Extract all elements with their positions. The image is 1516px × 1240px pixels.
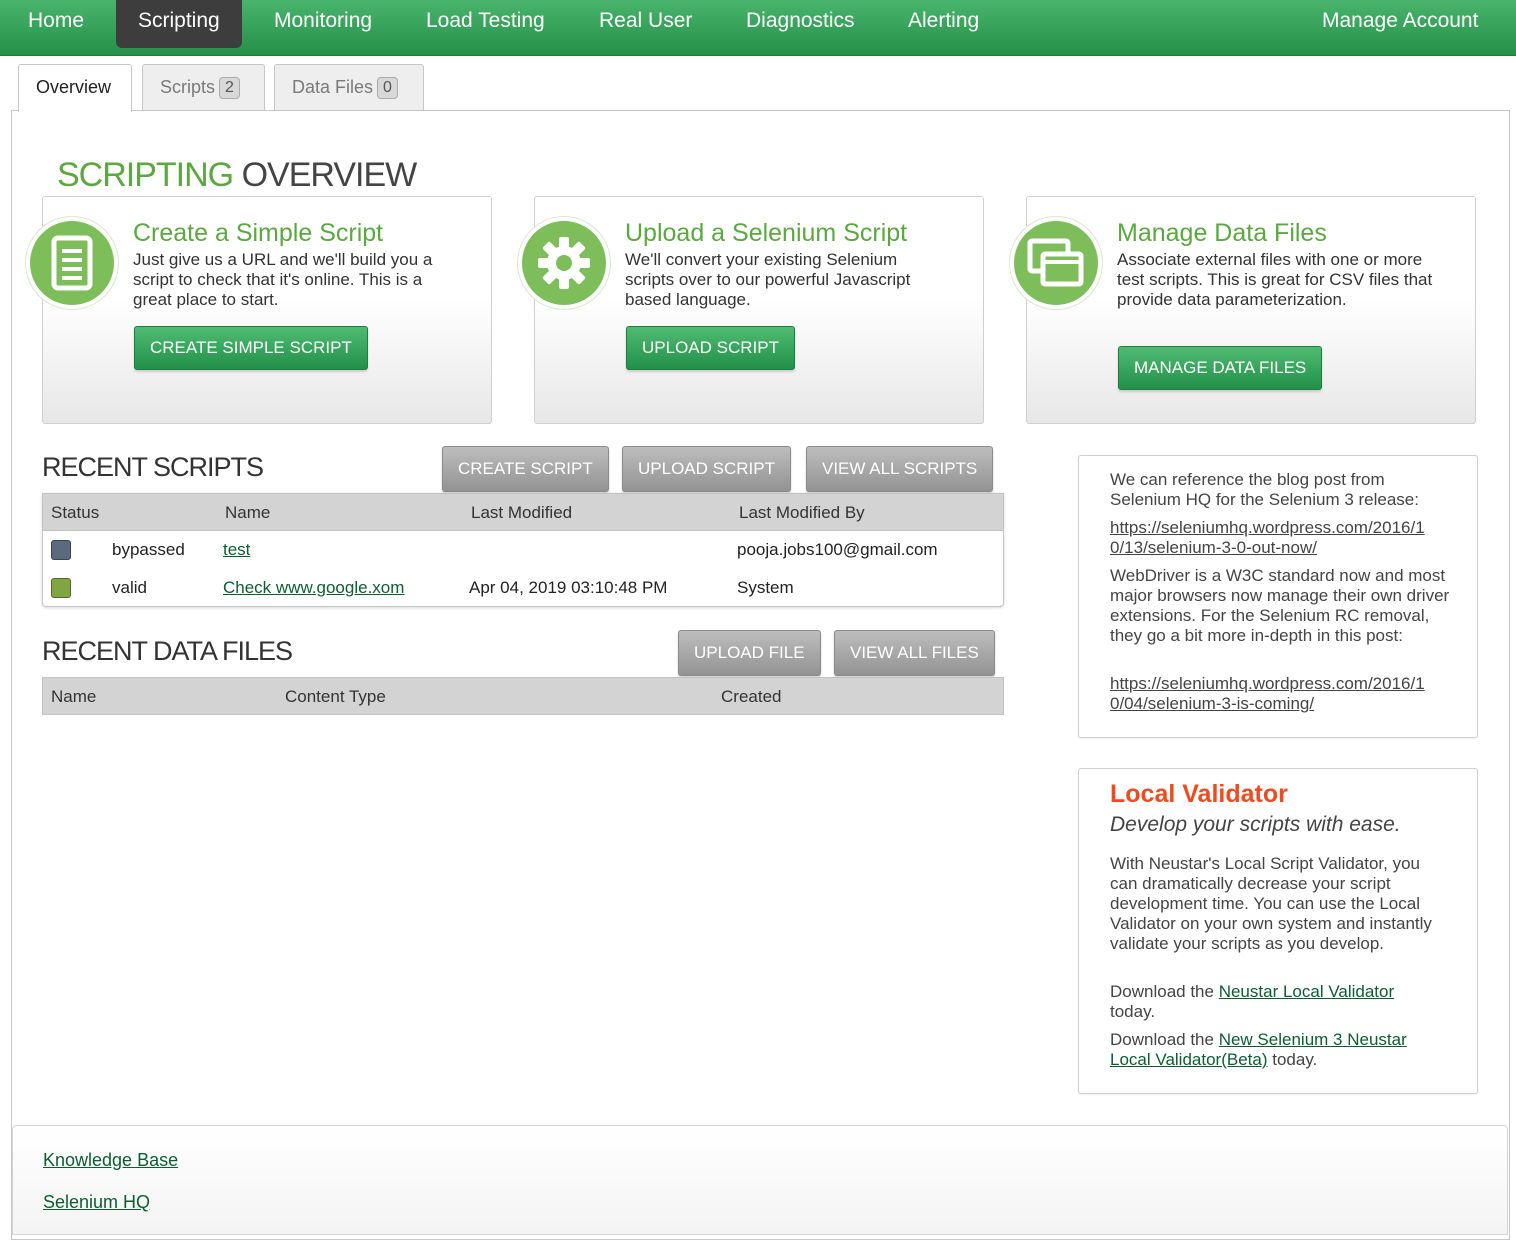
table-row: valid Check www.google.xom Apr 04, 2019 …: [42, 569, 1004, 607]
col-status: Status: [51, 503, 100, 522]
recent-data-files-header: Name Content Type Created: [42, 677, 1004, 715]
recent-scripts-title: RECENT SCRIPTS: [42, 452, 264, 482]
nav-real-user[interactable]: Real User: [577, 0, 714, 48]
local-validator-body: With Neustar's Local Script Validator, y…: [1110, 854, 1432, 953]
col-name: Name: [225, 503, 271, 522]
upload-file-button[interactable]: UPLOAD FILE: [678, 630, 821, 676]
script-name-link[interactable]: test: [223, 540, 250, 560]
nav-load-testing[interactable]: Load Testing: [404, 0, 567, 48]
manage-data-files-button[interactable]: MANAGE DATA FILES: [1118, 346, 1323, 390]
col-created: Created: [721, 687, 782, 706]
nav-monitoring[interactable]: Monitoring: [252, 0, 394, 48]
blog-link-1[interactable]: https://seleniumhq.wordpress.com/2016/1 0…: [1110, 518, 1460, 558]
tab-scripts[interactable]: Scripts 2: [142, 64, 265, 110]
tab-scripts-count-badge: 2: [219, 77, 240, 99]
page-title-part2: OVERVIEW: [241, 156, 418, 194]
footer-link-selenium-hq[interactable]: Selenium HQ: [43, 1192, 150, 1213]
upload-script-button[interactable]: UPLOAD SCRIPT: [626, 326, 795, 370]
row-status: bypassed: [112, 540, 185, 559]
document-icon: [26, 217, 118, 309]
nav-alerting[interactable]: Alerting: [886, 0, 1001, 48]
upload-script-secondary-button[interactable]: UPLOAD SCRIPT: [622, 446, 791, 492]
footer: [12, 1125, 1508, 1235]
local-validator-subtitle: Develop your scripts with ease.: [1110, 813, 1401, 836]
footer-link-knowledge-base[interactable]: Knowledge Base: [43, 1150, 178, 1171]
blog-link-2-line2: 0/04/selenium-3-is-coming/: [1110, 694, 1315, 713]
download-beta-validator-line: Download the New Selenium 3 Neustar Local…: [1110, 1030, 1450, 1070]
download2-prefix: Download the: [1110, 1030, 1214, 1049]
create-script-button[interactable]: CREATE SCRIPT: [442, 446, 609, 492]
view-all-files-button[interactable]: VIEW ALL FILES: [834, 630, 995, 676]
recent-data-files-title: RECENT DATA FILES: [42, 636, 293, 666]
blog-link-1-line2: 0/13/selenium-3-0-out-now/: [1110, 538, 1317, 557]
card-upload-title: Upload a Selenium Script: [625, 219, 908, 247]
nav-manage-account[interactable]: Manage Account: [1300, 0, 1500, 48]
nav-home[interactable]: Home: [6, 0, 106, 48]
status-indicator-bypassed: [51, 540, 71, 560]
table-row: bypassed test pooja.jobs100@gmail.com: [42, 531, 1004, 569]
beta-link-line2: Local Validator(Beta): [1110, 1050, 1268, 1069]
page-title: SCRIPTING OVERVIEW: [57, 156, 418, 195]
col-content-type: Content Type: [285, 687, 386, 706]
col-last-modified-by: Last Modified By: [739, 503, 865, 522]
recent-scripts-header: Status Name Last Modified Last Modified …: [42, 493, 1004, 531]
row-modified-by: pooja.jobs100@gmail.com: [737, 540, 938, 559]
page-title-part1: SCRIPTING: [57, 156, 234, 194]
tab-overview[interactable]: Overview: [18, 64, 132, 112]
row-last-modified: Apr 04, 2019 03:10:48 PM: [469, 578, 668, 597]
status-indicator-valid: [51, 578, 71, 598]
blog-link-2[interactable]: https://seleniumhq.wordpress.com/2016/1 0…: [1110, 674, 1460, 714]
tab-data-files-label: Data Files: [292, 77, 374, 97]
script-name-link[interactable]: Check www.google.xom: [223, 578, 404, 598]
local-validator-title: Local Validator: [1110, 780, 1288, 808]
download1-suffix: today.: [1110, 1002, 1156, 1021]
blog-link-1-line1: https://seleniumhq.wordpress.com/2016/1: [1110, 518, 1425, 537]
nav-diagnostics[interactable]: Diagnostics: [724, 0, 877, 48]
download-validator-line: Download the Neustar Local Validator tod…: [1110, 982, 1450, 1022]
beta-link-line1: New Selenium 3 Neustar: [1218, 1030, 1407, 1049]
card-upload-description: We'll convert your existing Selenium scr…: [625, 250, 911, 309]
card-create-description: Just give us a URL and we'll build you a…: [133, 250, 433, 309]
card-create-title: Create a Simple Script: [133, 219, 384, 247]
tab-scripts-label: Scripts: [160, 77, 216, 97]
blog-text-1: We can reference the blog post from Sele…: [1110, 470, 1419, 509]
col-last-modified: Last Modified: [471, 503, 573, 522]
row-status: valid: [112, 578, 147, 597]
view-all-scripts-button[interactable]: VIEW ALL SCRIPTS: [806, 446, 994, 492]
tab-overview-label: Overview: [36, 77, 112, 97]
windows-icon: [1010, 217, 1102, 309]
download2-suffix: today.: [1272, 1050, 1318, 1069]
neustar-local-validator-link[interactable]: Neustar Local Validator: [1219, 982, 1394, 1001]
card-data-files-title: Manage Data Files: [1117, 219, 1327, 247]
nav-scripting[interactable]: Scripting: [116, 0, 242, 48]
col-file-name: Name: [51, 687, 97, 706]
create-simple-script-button[interactable]: CREATE SIMPLE SCRIPT: [134, 326, 368, 370]
tab-data-files-count-badge: 0: [377, 77, 398, 99]
blog-link-2-line1: https://seleniumhq.wordpress.com/2016/1: [1110, 674, 1425, 693]
card-data-files-description: Associate external files with one or mor…: [1117, 250, 1433, 309]
row-modified-by: System: [737, 578, 794, 597]
blog-text-2: WebDriver is a W3C standard now and most…: [1110, 566, 1450, 645]
tab-data-files[interactable]: Data Files 0: [274, 64, 424, 110]
top-nav: Home Scripting Monitoring Load Testing R…: [0, 0, 1516, 56]
download1-prefix: Download the: [1110, 982, 1214, 1001]
gear-icon: [518, 217, 610, 309]
